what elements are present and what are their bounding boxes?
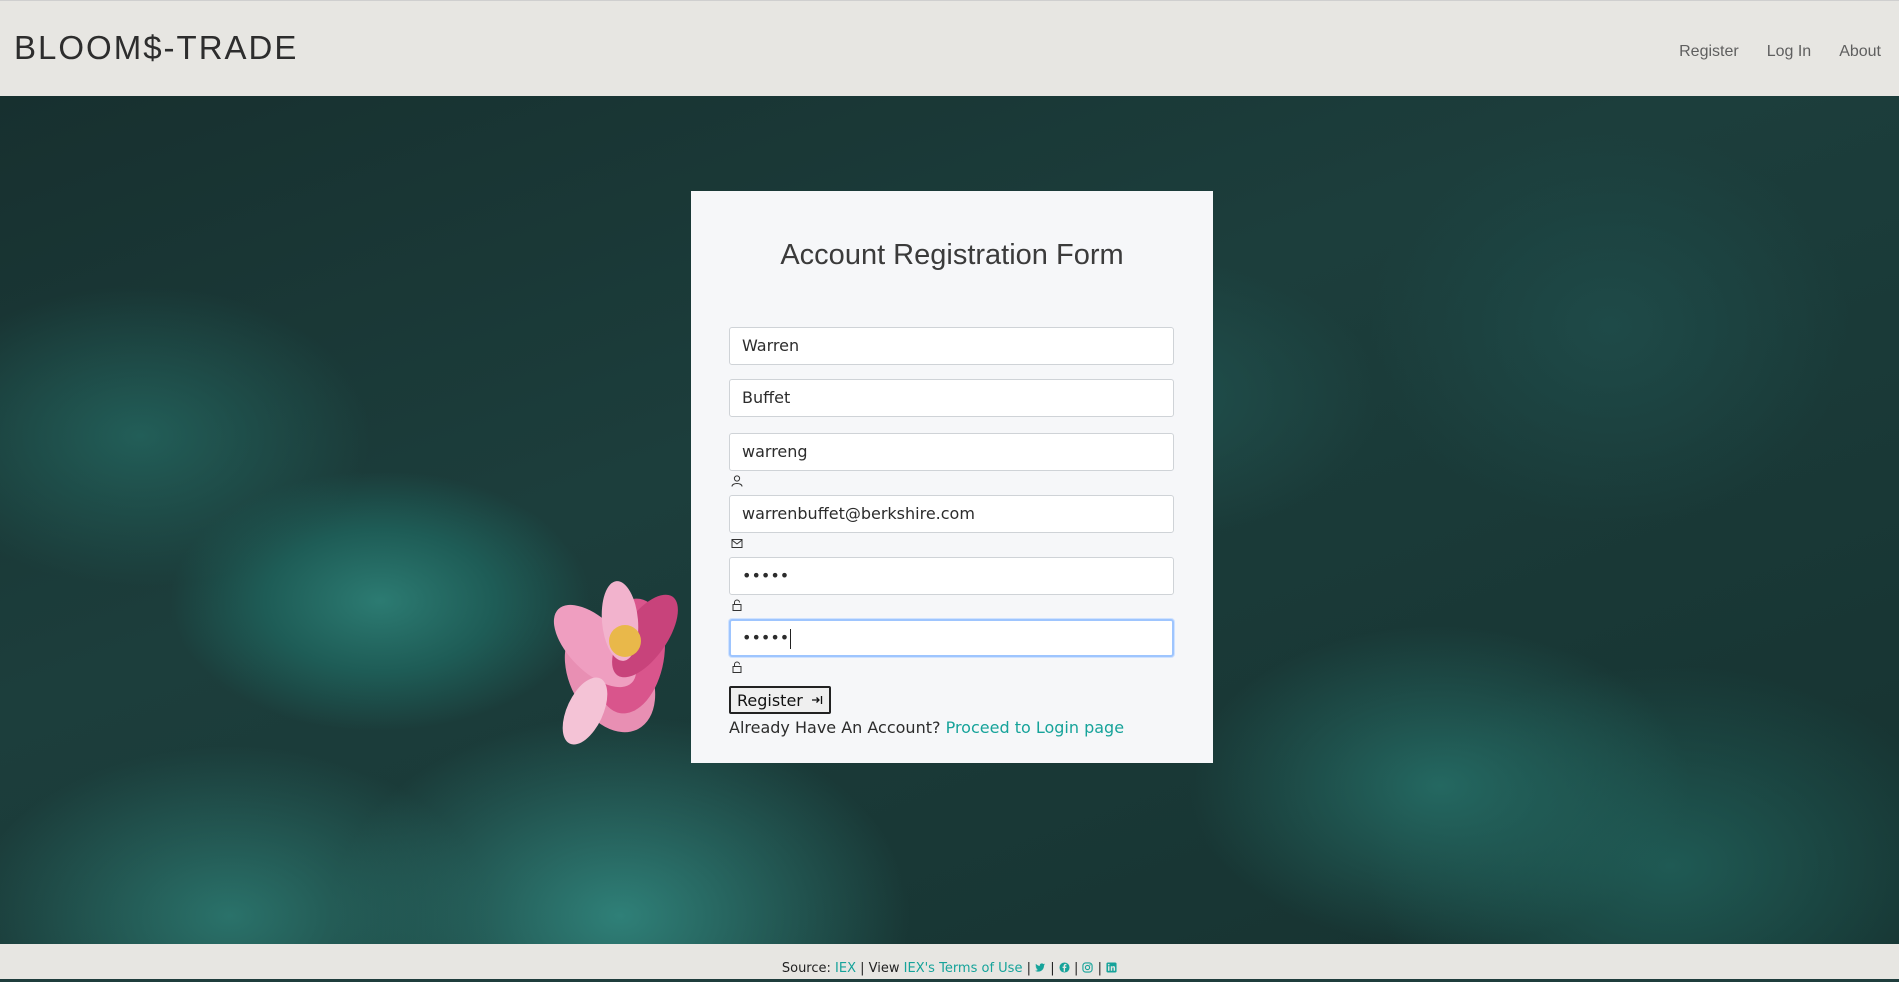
linkedin-icon[interactable] — [1106, 962, 1117, 973]
user-icon — [731, 475, 743, 487]
footer-separator: | — [1050, 961, 1055, 976]
login-prompt: Already Have An Account? Proceed to Logi… — [729, 718, 1124, 737]
footer-view-label: | View — [860, 961, 900, 976]
sign-in-icon — [811, 696, 823, 704]
confirm-password-input[interactable]: ••••• — [729, 619, 1174, 657]
nav-about-link[interactable]: About — [1839, 43, 1881, 61]
confirm-password-value: ••••• — [742, 628, 790, 647]
nav-register-link[interactable]: Register — [1679, 43, 1739, 61]
email-input[interactable]: warrenbuffet@berkshire.com — [729, 495, 1174, 533]
footer-separator: | — [1073, 961, 1079, 976]
top-navbar: BLOOM$-TRADE Register Log In About — [0, 0, 1899, 96]
footer-terms-link[interactable]: IEX's Terms of Use — [904, 961, 1023, 976]
twitter-icon[interactable] — [1035, 962, 1046, 973]
registration-form-card: Account Registration Form Warren Buffet … — [691, 191, 1213, 763]
register-button-label: Register — [737, 690, 803, 710]
footer-separator: | — [1097, 961, 1102, 976]
facebook-icon[interactable] — [1059, 962, 1070, 973]
footer: Source: IEX | View IEX's Terms of Use | … — [0, 944, 1899, 979]
first-name-input[interactable]: Warren — [729, 327, 1174, 365]
proceed-to-login-link[interactable]: Proceed to Login page — [946, 718, 1124, 737]
lock-icon — [732, 599, 742, 611]
instagram-icon[interactable] — [1082, 962, 1094, 973]
footer-iex-link[interactable]: IEX — [835, 961, 856, 976]
last-name-input[interactable]: Buffet — [729, 379, 1174, 417]
footer-separator: | — [1026, 961, 1031, 976]
already-have-account-text: Already Have An Account? — [729, 718, 941, 737]
register-button[interactable]: Register — [729, 686, 831, 714]
footer-source-label: Source: — [781, 961, 831, 976]
username-input[interactable]: warreng — [729, 433, 1174, 471]
brand-logo[interactable]: BLOOM$-TRADE — [14, 29, 298, 67]
lotus-flower-image — [553, 581, 678, 745]
text-cursor — [790, 628, 792, 649]
nav-links: Register Log In About — [1679, 43, 1881, 61]
form-title: Account Registration Form — [780, 239, 1124, 271]
lock-icon — [732, 661, 742, 673]
password-input[interactable]: ••••• — [729, 557, 1174, 595]
nav-login-link[interactable]: Log In — [1767, 43, 1811, 61]
envelope-icon — [731, 539, 743, 548]
